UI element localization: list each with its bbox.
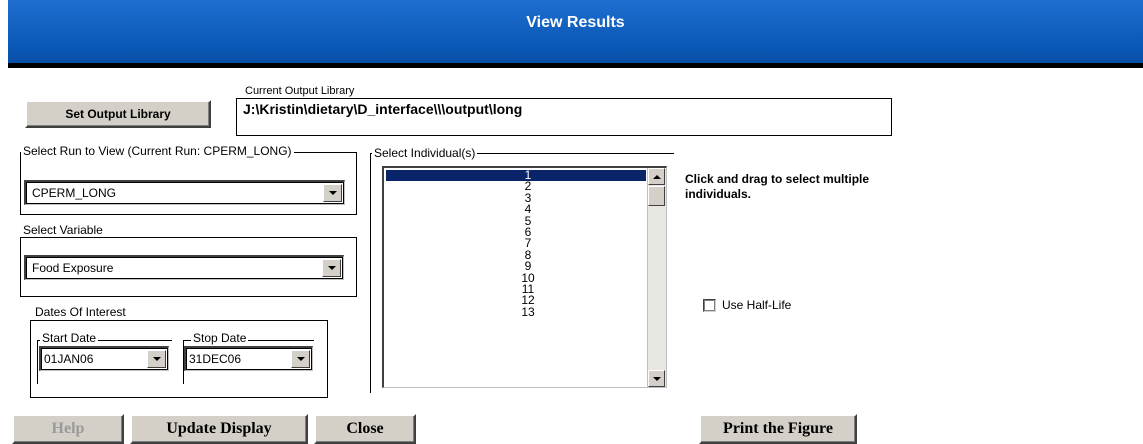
dates-group-label: Dates Of Interest: [33, 305, 128, 319]
individuals-group-label: Select Individual(s): [372, 146, 478, 160]
start-date-label: Start Date: [40, 331, 99, 345]
chevron-down-icon: [652, 376, 661, 381]
individuals-hint: Click and drag to select multiple indivi…: [685, 172, 870, 201]
chevron-down-icon: [328, 191, 337, 195]
output-library-path: J:\Kristin\dietary\D_interface\\\output\…: [243, 101, 523, 117]
start-date-dropdown-button[interactable]: [147, 350, 166, 368]
stop-date-dropdown-button[interactable]: [291, 350, 310, 368]
output-library-path-box: J:\Kristin\dietary\D_interface\\\output\…: [236, 98, 892, 136]
print-figure-button[interactable]: Print the Figure: [699, 414, 857, 444]
run-select[interactable]: CPERM_LONG: [24, 180, 345, 205]
stop-date-value: 31DEC06: [189, 352, 242, 366]
individuals-scrollbar[interactable]: [647, 168, 666, 387]
list-item[interactable]: 9: [386, 260, 646, 272]
half-life-checkbox[interactable]: [703, 299, 716, 312]
list-item[interactable]: 3: [386, 192, 646, 204]
variable-select-value: Food Exposure: [32, 261, 114, 275]
scroll-down-button[interactable]: [648, 370, 665, 387]
chevron-down-icon: [296, 357, 305, 361]
variable-group-label: Select Variable: [21, 223, 105, 237]
list-item[interactable]: 4: [386, 203, 646, 215]
list-item[interactable]: 11: [386, 283, 646, 295]
variable-select[interactable]: Food Exposure: [24, 255, 344, 280]
list-item[interactable]: 12: [386, 294, 646, 306]
list-item[interactable]: 8: [386, 249, 646, 261]
list-item[interactable]: 6: [386, 226, 646, 238]
list-item[interactable]: 1: [386, 170, 646, 182]
title-bar: View Results: [8, 0, 1143, 68]
start-date-value: 01JAN06: [44, 352, 94, 366]
list-item[interactable]: 5: [386, 214, 646, 227]
chevron-up-icon: [652, 174, 661, 179]
half-life-label: Use Half-Life: [722, 298, 792, 312]
scroll-up-button[interactable]: [648, 168, 665, 185]
list-item[interactable]: 7: [386, 237, 646, 249]
output-library-label: Current Output Library: [243, 84, 357, 98]
scroll-thumb[interactable]: [648, 186, 665, 206]
stop-date-select[interactable]: 31DEC06: [184, 346, 313, 371]
variable-dropdown-button[interactable]: [322, 259, 341, 277]
list-item[interactable]: 2: [386, 180, 646, 192]
run-group-label: Select Run to View (Current Run: CPERM_L…: [21, 144, 294, 158]
run-dropdown-button[interactable]: [323, 184, 342, 202]
stop-date-label: Stop Date: [191, 331, 249, 345]
update-display-button[interactable]: Update Display: [130, 414, 308, 444]
set-output-library-button[interactable]: Set Output Library: [25, 100, 211, 128]
help-button[interactable]: Help: [12, 414, 124, 444]
run-select-value: CPERM_LONG: [32, 186, 117, 200]
start-date-select[interactable]: 01JAN06: [39, 346, 169, 371]
list-item[interactable]: 13: [386, 305, 646, 318]
window-title: View Results: [526, 14, 625, 31]
close-button[interactable]: Close: [314, 414, 416, 444]
individuals-listbox[interactable]: 1 2 3 4 5 6 7 8 9 10 11 12 13: [382, 166, 667, 388]
list-item[interactable]: 10: [386, 271, 646, 284]
chevron-down-icon: [152, 357, 161, 361]
chevron-down-icon: [327, 266, 336, 270]
individuals-list[interactable]: 1 2 3 4 5 6 7 8 9 10 11 12 13: [386, 170, 646, 387]
